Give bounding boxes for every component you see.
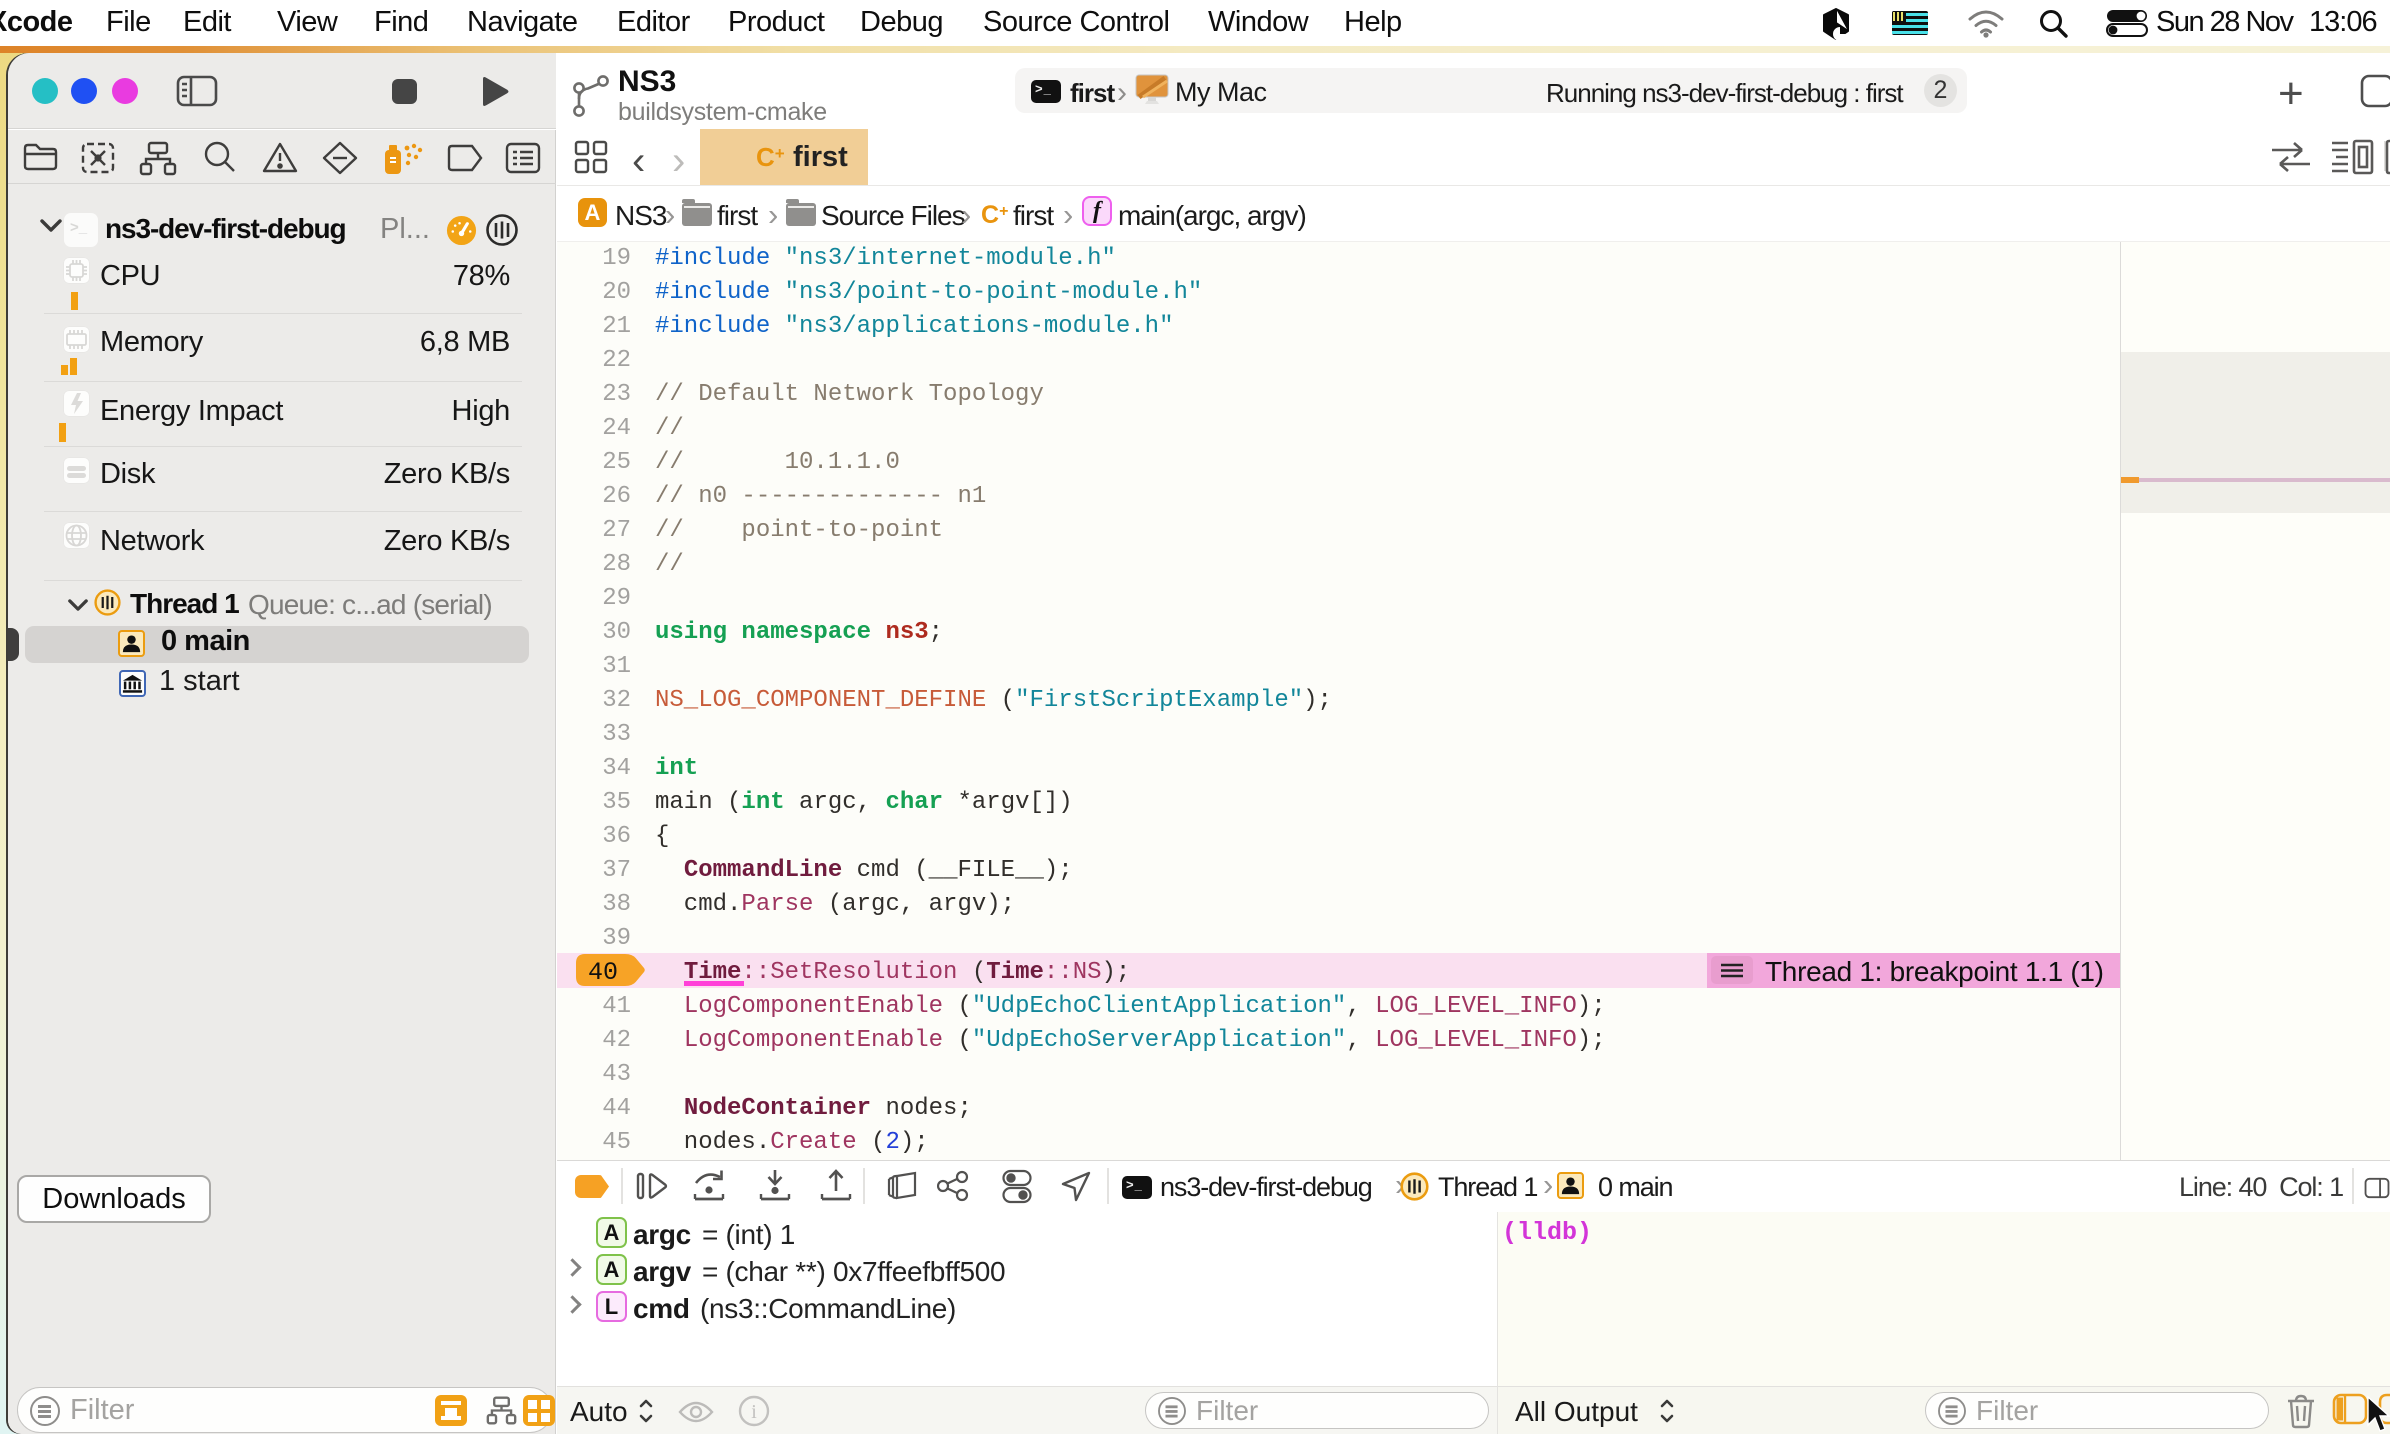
svg-text:i: i — [751, 1401, 757, 1423]
